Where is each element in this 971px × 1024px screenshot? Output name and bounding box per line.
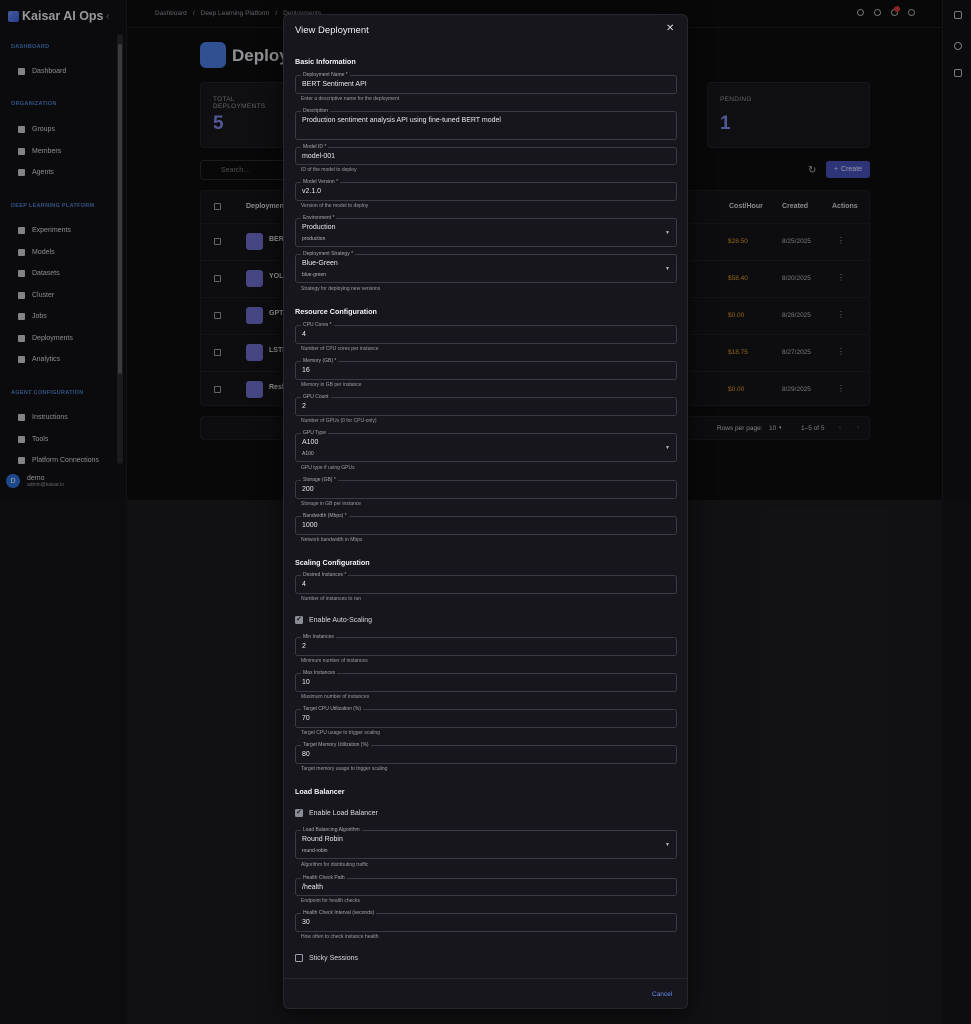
chevron-down-icon: ▼ — [665, 445, 670, 451]
section-load-balancer: Load Balancer — [295, 787, 345, 796]
checkbox-checked-icon: ✓ — [295, 809, 303, 817]
model-version-field[interactable]: Model Version * v2.1.0 — [295, 179, 677, 201]
section-basic-information: Basic Information — [295, 57, 356, 66]
checkbox-unchecked-icon — [295, 954, 303, 962]
model-id-field[interactable]: Model ID * model-001 — [295, 144, 677, 165]
chevron-down-icon: ▼ — [665, 266, 670, 272]
cpu-cores-field[interactable]: CPU Cores * 4 — [295, 322, 677, 344]
desired-instances-field[interactable]: Desired Instances * 4 — [295, 572, 677, 594]
description-field[interactable]: Description Production sentiment analysi… — [295, 108, 677, 140]
memory-field[interactable]: Memory (GB) * 16 — [295, 358, 677, 380]
checkbox-checked-icon: ✓ — [295, 616, 303, 624]
target-cpu-field[interactable]: Target CPU Utilization (%) 70 — [295, 706, 677, 728]
deployment-name-field[interactable]: Deployment Name * BERT Sentiment API — [295, 72, 677, 94]
environment-select[interactable]: Environment * Production production ▼ — [295, 215, 677, 247]
chevron-down-icon: ▼ — [665, 842, 670, 848]
section-resource-configuration: Resource Configuration — [295, 307, 377, 316]
dialog-title: View Deployment — [295, 25, 369, 36]
bandwidth-field[interactable]: Bandwidth (Mbps) * 1000 — [295, 513, 677, 535]
chevron-down-icon: ▼ — [665, 230, 670, 236]
storage-field[interactable]: Storage (GB) * 200 — [295, 477, 677, 499]
view-deployment-dialog: View Deployment ✕ Basic Information Depl… — [283, 14, 688, 1009]
load-balancing-algorithm-select[interactable]: Load Balancing Algorithm Round Robin rou… — [295, 827, 677, 859]
sticky-sessions-checkbox[interactable]: Sticky Sessions — [295, 954, 358, 962]
dialog-header: View Deployment ✕ — [284, 15, 687, 45]
max-instances-field[interactable]: Max Instances 10 — [295, 670, 677, 692]
gpu-type-select[interactable]: GPU Type A100 A100 ▼ — [295, 430, 677, 462]
enable-load-balancer-checkbox[interactable]: ✓ Enable Load Balancer — [295, 809, 378, 817]
min-instances-field[interactable]: Min Instances 2 — [295, 634, 677, 656]
section-scaling-configuration: Scaling Configuration — [295, 558, 370, 567]
health-check-interval-field[interactable]: Health Check Interval (seconds) 30 — [295, 910, 677, 932]
enable-autoscaling-checkbox[interactable]: ✓ Enable Auto-Scaling — [295, 616, 372, 624]
dialog-footer: Cancel — [284, 978, 687, 1008]
cancel-button[interactable]: Cancel — [652, 991, 672, 998]
health-check-path-field[interactable]: Health Check Path /health — [295, 875, 677, 896]
target-memory-field[interactable]: Target Memory Utilization (%) 80 — [295, 742, 677, 764]
close-icon[interactable]: ✕ — [666, 23, 674, 34]
deployment-strategy-select[interactable]: Deployment Strategy * Blue-Green blue-gr… — [295, 251, 677, 283]
gpu-count-field[interactable]: GPU Count 2 — [295, 394, 677, 416]
